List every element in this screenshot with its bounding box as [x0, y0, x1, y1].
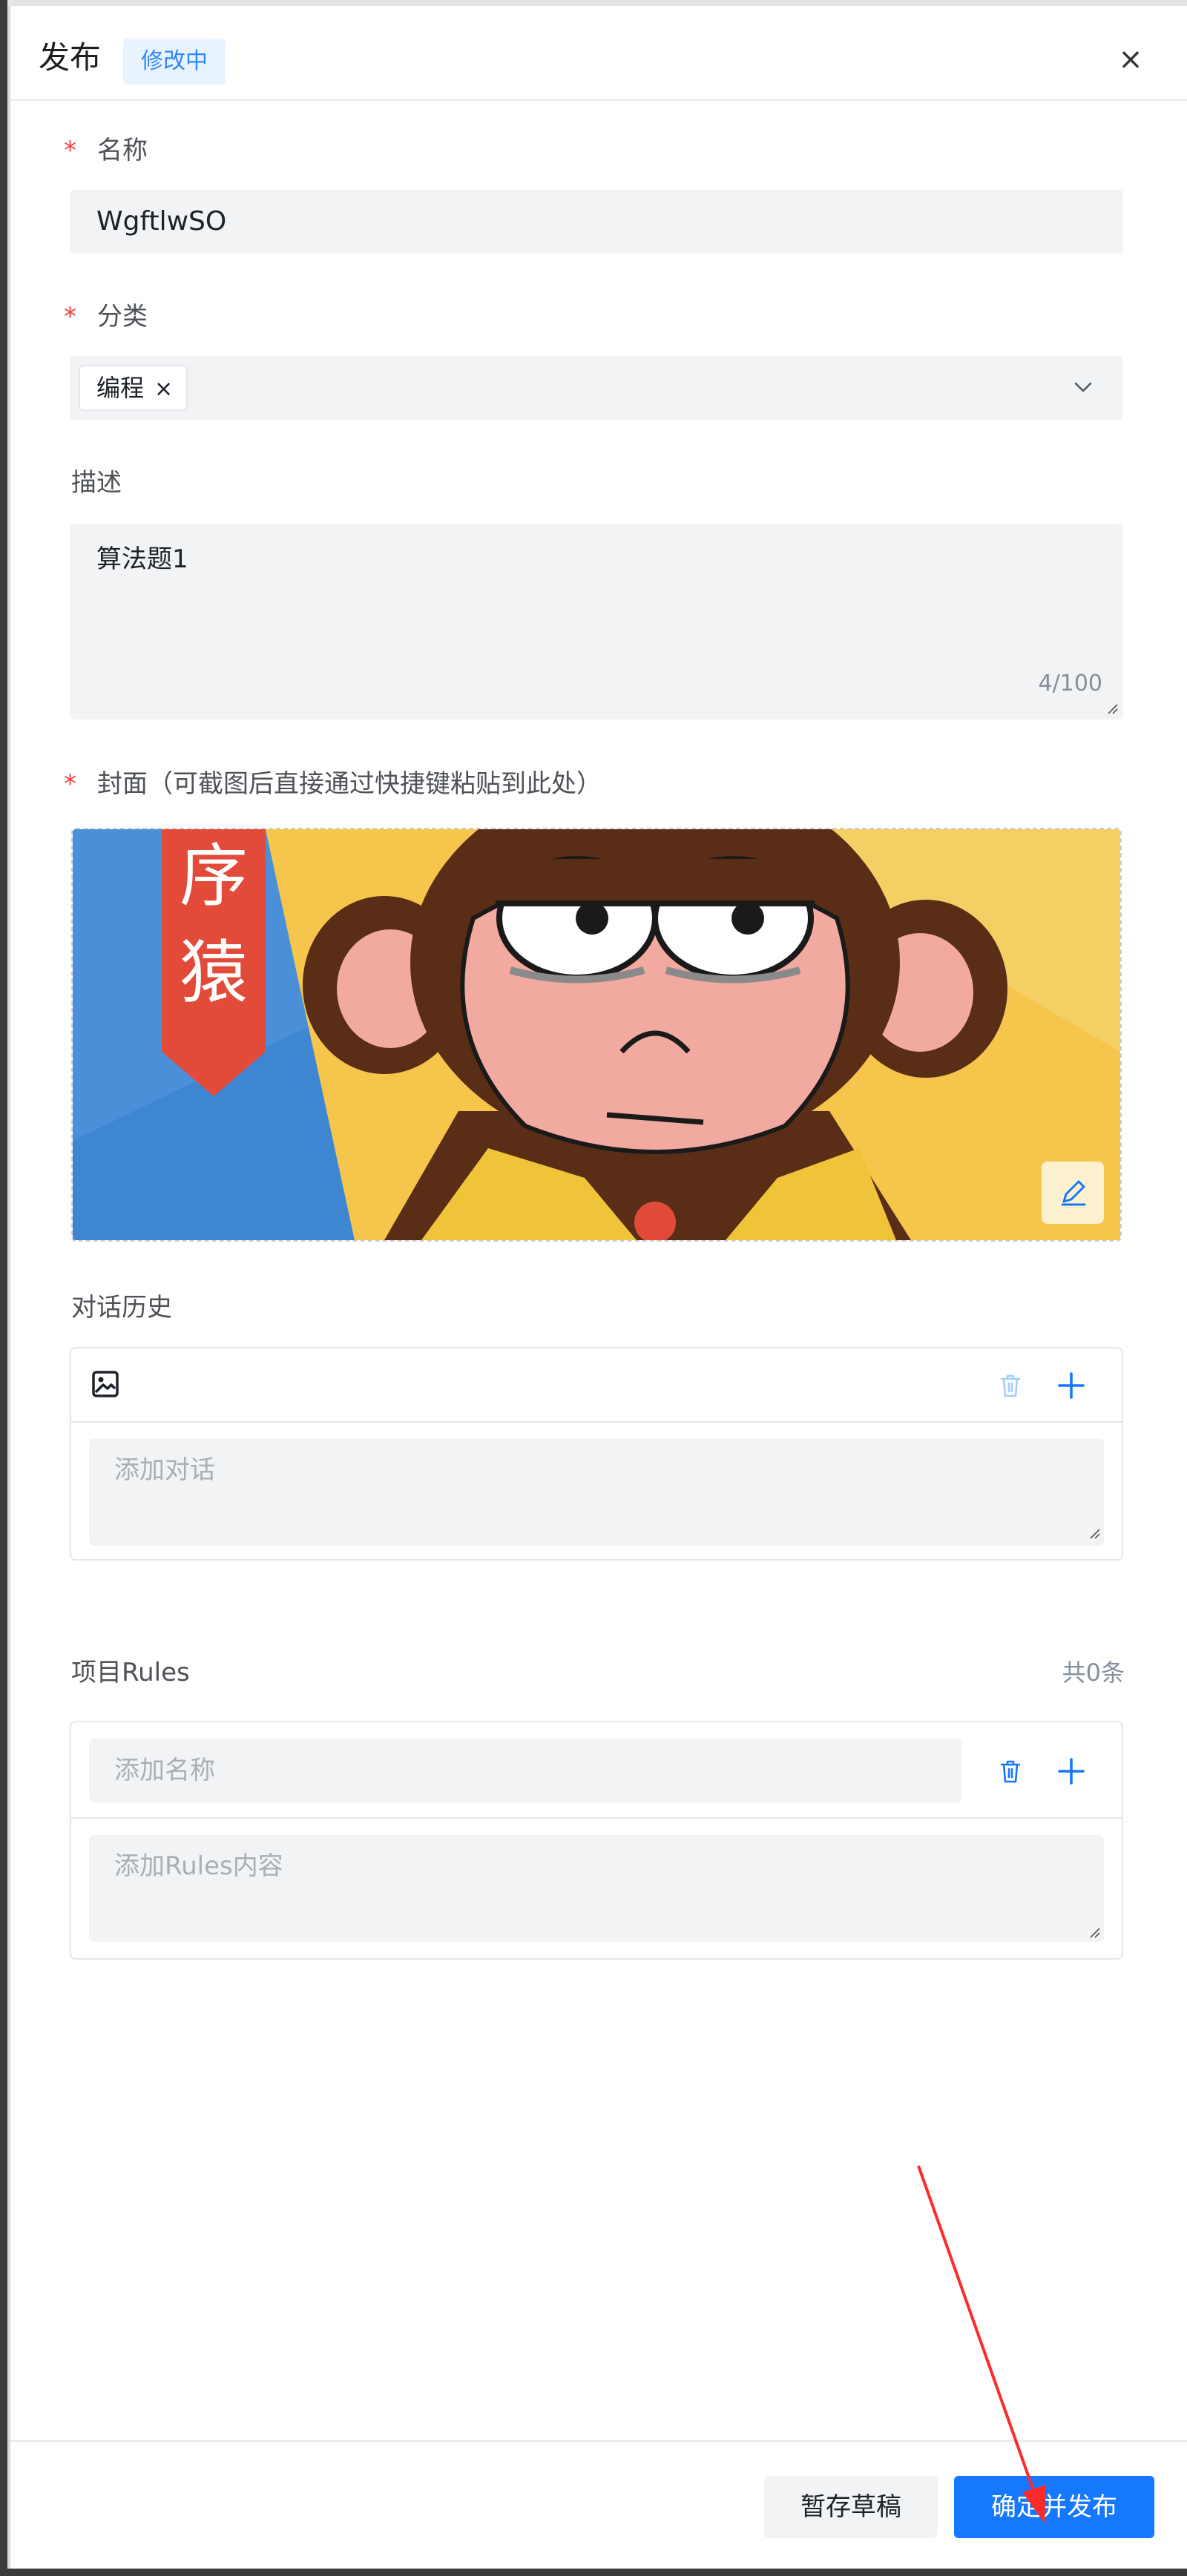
cover-label: * 封面（可截图后直接通过快捷键粘贴到此处） [64, 767, 602, 801]
cover-image-upload[interactable]: 序 猿 [71, 828, 1122, 1242]
trash-icon[interactable] [996, 1371, 1025, 1400]
category-label: * 分类 [64, 300, 148, 334]
chat-toolbar [71, 1348, 1122, 1423]
confirm-publish-button[interactable]: 确定并发布 [954, 2476, 1154, 2538]
category-select[interactable]: 编程 × [70, 356, 1123, 420]
save-draft-button[interactable]: 暂存草稿 [764, 2476, 938, 2538]
chat-history-box: 添加对话 [70, 1347, 1123, 1561]
cover-label-text: 封面（可截图后直接通过快捷键粘贴到此处） [97, 769, 602, 799]
chevron-down-icon[interactable] [1070, 374, 1096, 401]
top-border [7, 0, 1187, 6]
rules-content-textarea[interactable]: 添加Rules内容 [89, 1835, 1104, 1942]
drawer-footer: 暂存草稿 确定并发布 [10, 2440, 1187, 2569]
resize-handle-icon[interactable] [1088, 1526, 1101, 1540]
description-value: 算法题1 [96, 544, 188, 574]
edit-cover-button[interactable] [1042, 1162, 1104, 1224]
publish-drawer: 发布 修改中 × * 名称 WgftlwSO * 分类 编程 × 描述 算法题1 4/… [0, 0, 1187, 2576]
description-char-count: 4/100 [1038, 671, 1102, 696]
rules-label: 项目Rules [71, 1658, 190, 1687]
rules-count: 共0条 [1062, 1658, 1125, 1687]
left-edge-shadow [0, 0, 7, 2576]
name-input[interactable]: WgftlwSO [70, 190, 1123, 254]
required-mark: * [64, 136, 76, 165]
close-icon[interactable]: × [1110, 39, 1151, 80]
left-edge-border [7, 0, 10, 2576]
cover-image: 序 猿 [73, 829, 1120, 1240]
cover-banner-char-2: 猿 [180, 933, 248, 1012]
resize-handle-icon[interactable] [1105, 702, 1119, 715]
tag-close-icon[interactable]: × [154, 376, 173, 402]
drawer-title: 发布 [39, 39, 102, 76]
name-label: * 名称 [64, 134, 148, 168]
image-icon[interactable] [91, 1369, 120, 1399]
add-icon[interactable] [1053, 1368, 1089, 1403]
drawer-header: 发布 修改中 × [10, 6, 1187, 101]
cover-banner-char-1: 序 [180, 837, 248, 916]
rules-name-input[interactable]: 添加名称 [89, 1739, 961, 1802]
trash-icon[interactable] [996, 1756, 1025, 1786]
chat-history-label: 对话历史 [71, 1293, 172, 1322]
bottom-border [7, 2569, 1187, 2576]
add-icon[interactable] [1053, 1753, 1089, 1789]
status-badge: 修改中 [123, 39, 226, 85]
chat-message-textarea[interactable]: 添加对话 [89, 1439, 1104, 1546]
pencil-icon [1061, 1180, 1086, 1206]
description-label: 描述 [71, 468, 122, 498]
required-mark: * [64, 302, 76, 332]
rules-box: 添加名称 添加Rules内容 [70, 1721, 1123, 1960]
category-label-text: 分类 [97, 302, 148, 332]
description-textarea[interactable]: 算法题1 4/100 [70, 524, 1123, 719]
rules-divider [71, 1817, 1122, 1819]
category-tag-label: 编程 [96, 374, 145, 402]
required-mark: * [64, 769, 76, 799]
category-tag: 编程 × [79, 365, 188, 411]
resize-handle-icon[interactable] [1088, 1926, 1101, 1939]
name-label-text: 名称 [97, 136, 148, 165]
